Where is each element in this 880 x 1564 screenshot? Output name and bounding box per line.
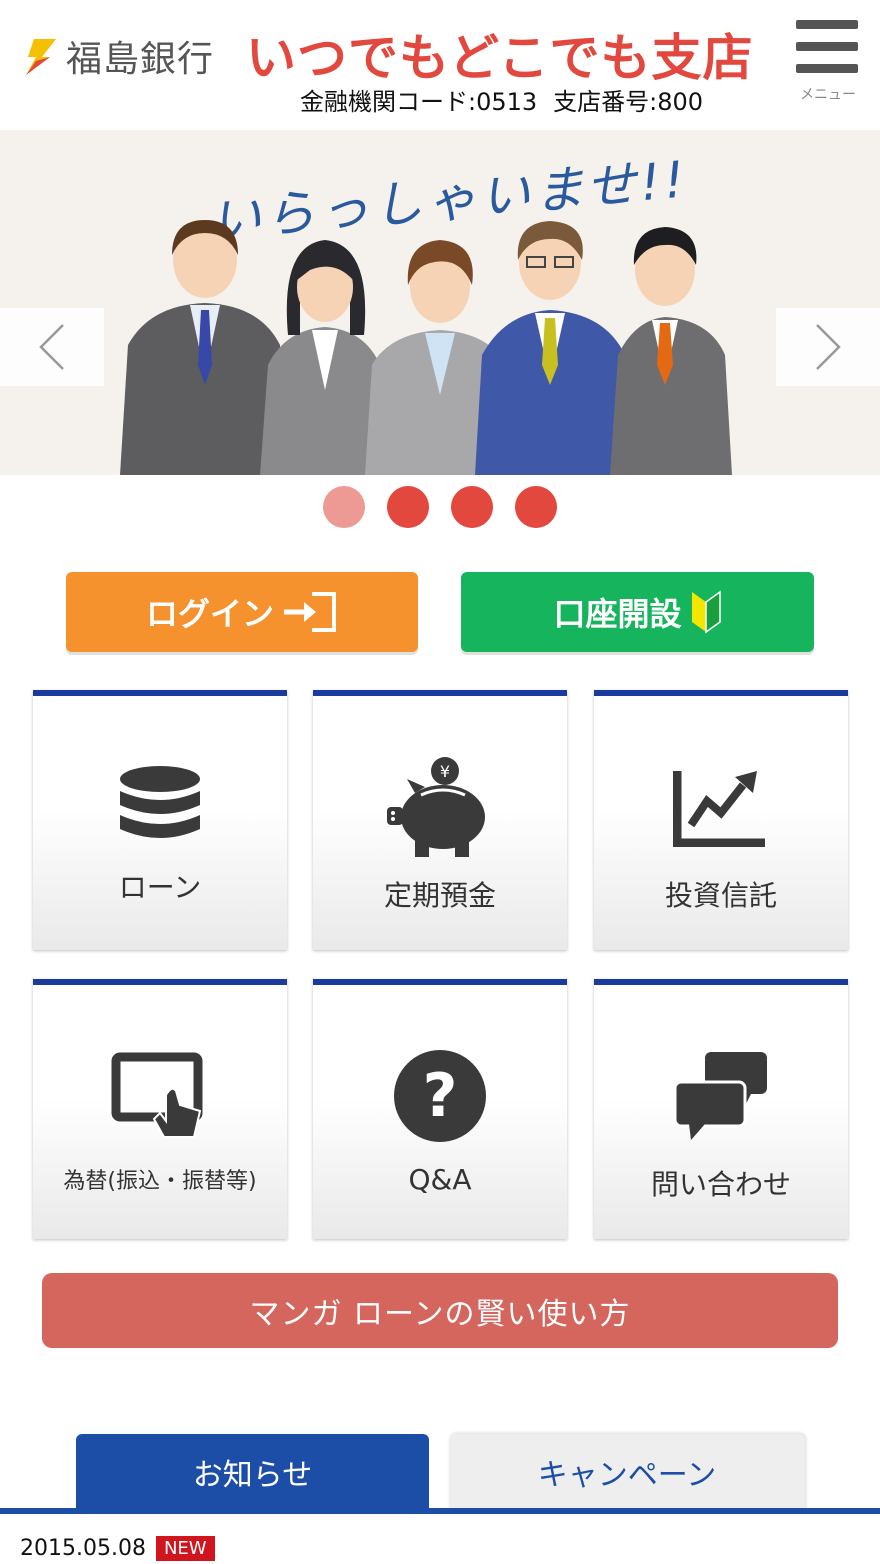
question-icon: ?: [394, 1050, 486, 1142]
chevron-right-icon: [816, 324, 841, 370]
login-button[interactable]: ログイン: [66, 572, 418, 652]
tile-label: 投資信託: [664, 879, 777, 912]
manga-loan-guide-button[interactable]: マンガ ローンの賢い使い方: [42, 1273, 838, 1348]
branch-codes: 金融機関コード:0513 支店番号:800: [300, 82, 719, 117]
coins-icon: [120, 766, 200, 838]
bank-name: 福島銀行: [66, 39, 215, 80]
hero-carousel[interactable]: いらっしゃいませ!!: [0, 130, 880, 475]
tile-label: 問い合わせ: [650, 1168, 791, 1201]
tile-label: 定期預金: [383, 879, 496, 912]
carousel-dot[interactable]: [451, 486, 493, 528]
news-date: 2015.05.08: [20, 1536, 146, 1561]
tile-qa[interactable]: ? Q&A: [313, 979, 567, 1239]
beginner-mark-icon: [691, 590, 721, 634]
piggy-bank-icon: ¥: [387, 757, 485, 857]
bank-logo[interactable]: 福島銀行: [20, 30, 214, 82]
tile-label: ローン: [118, 871, 202, 904]
login-icon: [284, 592, 336, 632]
tile-label: Q&A: [408, 1163, 472, 1196]
svg-text:¥: ¥: [440, 762, 450, 781]
branch-number: 支店番号:800: [553, 88, 704, 116]
open-account-button[interactable]: 口座開設: [461, 572, 814, 652]
tile-investment-trust[interactable]: 投資信託: [594, 690, 848, 950]
carousel-dot[interactable]: [323, 486, 365, 528]
branch-name: いつでもどこでも支店: [246, 29, 754, 87]
tile-contact[interactable]: 問い合わせ: [594, 979, 848, 1239]
news-item[interactable]: 2015.05.08 NEW: [20, 1536, 215, 1561]
staff-person-5: [610, 227, 732, 475]
new-badge: NEW: [155, 1536, 215, 1561]
tab-news[interactable]: お知らせ: [76, 1434, 429, 1510]
carousel-indicators: [0, 486, 880, 530]
carousel-dot[interactable]: [515, 486, 557, 528]
tile-label: 為替(振込・振替等): [63, 1169, 257, 1194]
tile-loan[interactable]: ローン: [33, 690, 287, 950]
carousel-next-button[interactable]: [776, 308, 880, 386]
page: 福島銀行 いつでもどこでも支店 金融機関コード:0513 支店番号:800 メニュ…: [0, 0, 880, 1564]
chart-up-icon: [673, 771, 765, 847]
tab-underline: [0, 1508, 880, 1514]
login-label: ログイン: [145, 595, 274, 633]
logo-mark-icon: [26, 39, 56, 75]
tablet-touch-icon: [111, 1052, 203, 1138]
staff-person-4: [475, 221, 632, 475]
open-account-label: 口座開設: [553, 595, 682, 633]
tile-time-deposit[interactable]: ¥ 定期預金: [313, 690, 567, 950]
header: 福島銀行 いつでもどこでも支店 金融機関コード:0513 支店番号:800 メニュ…: [0, 0, 880, 130]
svg-text:?: ?: [423, 1061, 458, 1131]
carousel-dot[interactable]: [387, 486, 429, 528]
chevron-left-icon: [39, 324, 64, 370]
chat-bubbles-icon: [673, 1052, 767, 1140]
institution-code: 金融機関コード:0513: [300, 88, 538, 116]
menu-label: メニュー: [800, 87, 856, 103]
carousel-prev-button[interactable]: [0, 308, 104, 386]
tile-transfer[interactable]: 為替(振込・振替等): [33, 979, 287, 1239]
staff-illustration: [120, 220, 732, 475]
tab-campaign[interactable]: キャンペーン: [449, 1434, 805, 1510]
menu-button[interactable]: メニュー: [796, 20, 860, 104]
